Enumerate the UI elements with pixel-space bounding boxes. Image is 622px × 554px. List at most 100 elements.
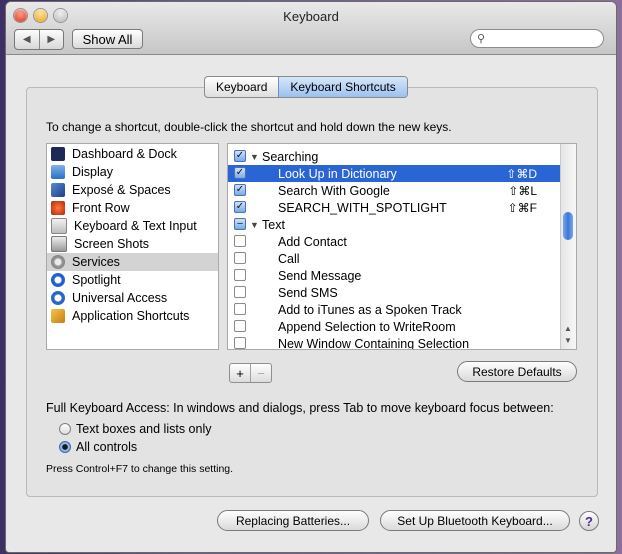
vertical-scrollbar[interactable]: ▲ ▼ (560, 144, 576, 349)
shortcut-label: Look Up in Dictionary (278, 166, 397, 181)
radio-label-text-boxes[interactable]: Text boxes and lists only (76, 422, 212, 436)
category-item-spotlight[interactable]: Spotlight (47, 271, 218, 289)
category-item-application-shortcuts[interactable]: Application Shortcuts (47, 307, 218, 325)
category-label: Dashboard & Dock (72, 147, 177, 161)
checkbox-look-up-dictionary[interactable]: ✓ (234, 167, 246, 179)
show-all-button[interactable]: Show All (72, 29, 143, 49)
shortcut-row-call[interactable]: Call (228, 250, 561, 267)
control-f7-note: Press Control+F7 to change this setting. (46, 463, 234, 475)
tab-keyboard[interactable]: Keyboard (205, 77, 278, 97)
category-label: Services (72, 255, 120, 269)
category-item-screen-shots[interactable]: Screen Shots (47, 235, 218, 253)
category-label: Keyboard & Text Input (74, 219, 197, 233)
disclosure-triangle-icon[interactable]: ▼ (250, 152, 259, 162)
category-list[interactable]: Dashboard & Dock Display Exposé & Spaces… (46, 143, 219, 350)
checkbox-new-window-selection[interactable] (234, 337, 246, 349)
category-label: Universal Access (72, 291, 168, 305)
checkbox-text-group[interactable]: – (234, 218, 246, 230)
expose-icon (51, 183, 65, 197)
shortcut-row-add-contact[interactable]: Add Contact (228, 233, 561, 250)
screenshot-icon (51, 236, 67, 252)
shortcut-list[interactable]: ✓ ▼ Searching ✓ Look Up in Dictionary ⇧⌘… (227, 143, 577, 350)
remove-shortcut-button[interactable]: − (250, 364, 271, 382)
shortcut-group-label: Text (262, 217, 285, 232)
category-item-universal-access[interactable]: Universal Access (47, 289, 218, 307)
services-gear-icon (51, 255, 65, 269)
back-forward-control: ◀ ▶ (14, 29, 64, 50)
add-remove-control: + − (229, 363, 272, 383)
tab-keyboard-shortcuts[interactable]: Keyboard Shortcuts (278, 77, 407, 97)
category-item-keyboard-text-input[interactable]: Keyboard & Text Input (47, 217, 218, 235)
category-item-services[interactable]: Services (47, 253, 218, 271)
checkbox-searching[interactable]: ✓ (234, 150, 246, 162)
checkbox-call[interactable] (234, 252, 246, 264)
shortcut-row-send-message[interactable]: Send Message (228, 267, 561, 284)
application-icon (51, 309, 65, 323)
shortcut-keys: ⇧⌘F (507, 200, 537, 215)
shortcut-group-label: Searching (262, 149, 319, 164)
checkbox-send-sms[interactable] (234, 286, 246, 298)
front-row-icon (51, 201, 65, 215)
universal-access-icon (51, 291, 65, 305)
search-field[interactable]: ⚲ (470, 29, 604, 48)
replacing-batteries-button[interactable]: Replacing Batteries... (217, 510, 369, 531)
checkbox-send-message[interactable] (234, 269, 246, 281)
shortcut-row-send-sms[interactable]: Send SMS (228, 284, 561, 301)
checkbox-append-writeroom[interactable] (234, 320, 246, 332)
group-row-text[interactable]: – ▼ Text (228, 216, 561, 233)
category-label: Front Row (72, 201, 130, 215)
forward-arrow-icon[interactable]: ▶ (38, 30, 64, 49)
setup-bluetooth-keyboard-button[interactable]: Set Up Bluetooth Keyboard... (380, 510, 570, 531)
disclosure-triangle-icon[interactable]: ▼ (250, 220, 259, 230)
shortcut-row-search-spotlight[interactable]: ✓ SEARCH_WITH_SPOTLIGHT ⇧⌘F (228, 199, 561, 216)
scroll-down-arrow-icon[interactable]: ▼ (564, 336, 572, 345)
shortcut-row-look-up-dictionary[interactable]: ✓ Look Up in Dictionary ⇧⌘D (228, 165, 561, 182)
keyboard-preferences-window: Keyboard ◀ ▶ Show All ⚲ Keyboard Keyboar… (6, 2, 616, 552)
help-button[interactable]: ? (579, 511, 599, 531)
shortcut-row-new-window-selection[interactable]: New Window Containing Selection (228, 335, 561, 350)
category-label: Display (72, 165, 113, 179)
shortcut-row-append-writeroom[interactable]: Append Selection to WriteRoom (228, 318, 561, 335)
shortcut-label: SEARCH_WITH_SPOTLIGHT (278, 200, 447, 215)
scrollbar-thumb[interactable] (563, 212, 573, 240)
radio-label-all-controls[interactable]: All controls (76, 440, 137, 454)
checkbox-search-google[interactable]: ✓ (234, 184, 246, 196)
checkbox-search-spotlight[interactable]: ✓ (234, 201, 246, 213)
category-item-display[interactable]: Display (47, 163, 218, 181)
shortcut-keys: ⇧⌘D (506, 166, 537, 181)
tab-bar: Keyboard Keyboard Shortcuts (204, 76, 408, 98)
group-row-searching[interactable]: ✓ ▼ Searching (228, 148, 561, 165)
shortcut-label: Add to iTunes as a Spoken Track (278, 302, 462, 317)
category-item-front-row[interactable]: Front Row (47, 199, 218, 217)
shortcut-label: Add Contact (278, 234, 347, 249)
shortcut-row-search-google[interactable]: ✓ Search With Google ⇧⌘L (228, 182, 561, 199)
shortcut-row-add-itunes[interactable]: Add to iTunes as a Spoken Track (228, 301, 561, 318)
shortcut-label: Append Selection to WriteRoom (278, 319, 456, 334)
spotlight-icon (51, 273, 65, 287)
category-label: Spotlight (72, 273, 121, 287)
category-item-dashboard-dock[interactable]: Dashboard & Dock (47, 145, 218, 163)
category-label: Application Shortcuts (72, 309, 190, 323)
radio-text-boxes-lists[interactable] (59, 423, 71, 435)
category-label: Exposé & Spaces (72, 183, 171, 197)
window-title: Keyboard (283, 9, 339, 24)
shortcut-label: Send Message (278, 268, 362, 283)
titlebar: Keyboard ◀ ▶ Show All ⚲ (6, 2, 616, 55)
category-item-expose-spaces[interactable]: Exposé & Spaces (47, 181, 218, 199)
radio-all-controls[interactable] (59, 441, 71, 453)
display-icon (51, 165, 65, 179)
keyboard-icon (51, 218, 67, 234)
checkbox-add-itunes[interactable] (234, 303, 246, 315)
back-arrow-icon[interactable]: ◀ (15, 30, 39, 49)
scroll-up-arrow-icon[interactable]: ▲ (564, 324, 572, 333)
shortcut-label: New Window Containing Selection (278, 336, 470, 350)
shortcut-keys: ⇧⌘L (508, 183, 537, 198)
restore-defaults-button[interactable]: Restore Defaults (457, 361, 577, 382)
shortcut-label: Search With Google (278, 183, 390, 198)
full-keyboard-access-label: Full Keyboard Access: In windows and dia… (46, 401, 554, 415)
add-shortcut-button[interactable]: + (230, 364, 250, 382)
shortcut-label: Send SMS (278, 285, 338, 300)
checkbox-add-contact[interactable] (234, 235, 246, 247)
search-icon: ⚲ (477, 33, 486, 45)
dashboard-icon (51, 147, 65, 161)
